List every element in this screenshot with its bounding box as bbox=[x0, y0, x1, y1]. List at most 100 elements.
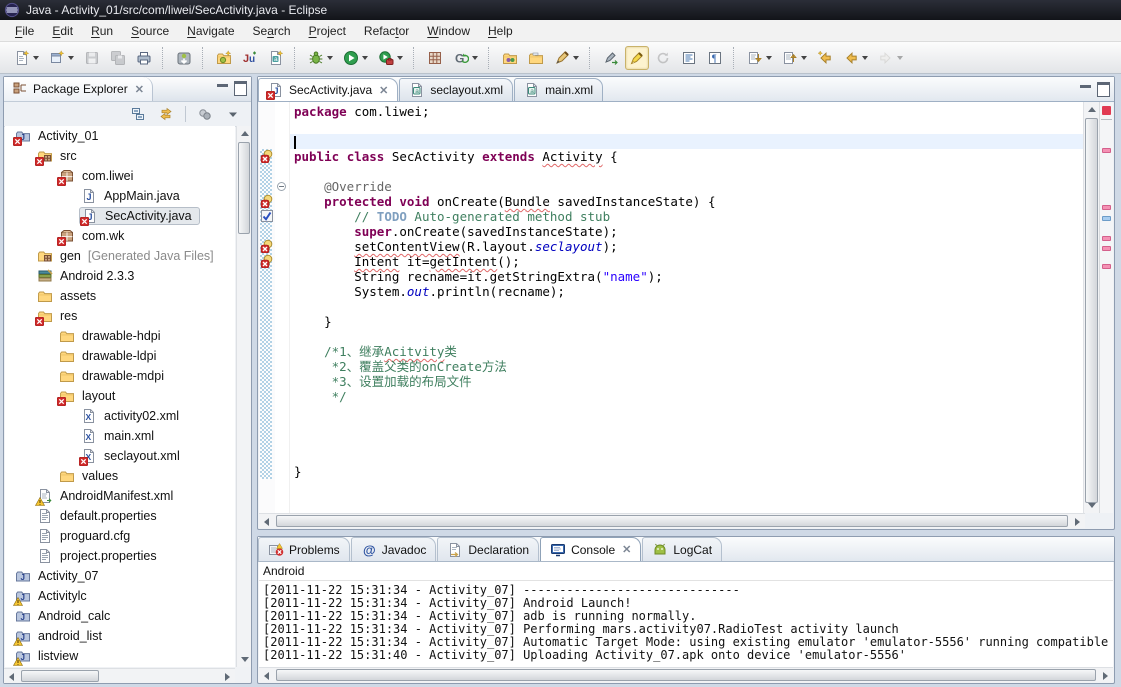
scroll-up-button[interactable] bbox=[1084, 102, 1099, 117]
tree-item[interactable]: Xseclayout.xml bbox=[5, 446, 235, 466]
open-resource-button[interactable] bbox=[524, 46, 548, 70]
scroll-right-button[interactable] bbox=[1070, 514, 1085, 529]
overview-marker[interactable] bbox=[1102, 236, 1111, 241]
editor-tab-secactivity-java[interactable]: JSecActivity.java✕ bbox=[258, 78, 398, 101]
next-annotation-button[interactable] bbox=[743, 46, 776, 70]
tree-item[interactable]: JAppMain.java bbox=[5, 186, 235, 206]
tree-item[interactable]: drawable-mdpi bbox=[5, 366, 235, 386]
minimize-view-button[interactable] bbox=[217, 84, 228, 96]
scroll-left-button[interactable] bbox=[259, 514, 274, 529]
android-sdk-manager-button[interactable] bbox=[172, 46, 196, 70]
close-icon[interactable]: ✕ bbox=[135, 83, 144, 96]
tab-javadoc[interactable]: @Javadoc bbox=[351, 537, 437, 561]
print-button[interactable] bbox=[132, 46, 156, 70]
task-marker-icon[interactable] bbox=[260, 209, 274, 223]
editor-horizontal-scrollbar[interactable] bbox=[259, 513, 1085, 528]
link-with-editor-button[interactable] bbox=[154, 102, 178, 126]
tree-item[interactable]: drawable-ldpi bbox=[5, 346, 235, 366]
chevron-down-icon[interactable] bbox=[897, 56, 903, 60]
tree-item[interactable]: assets bbox=[5, 286, 235, 306]
editor-hscroll-thumb[interactable] bbox=[276, 515, 1068, 527]
scroll-right-button[interactable] bbox=[220, 669, 235, 684]
tab-console[interactable]: Console✕ bbox=[540, 537, 641, 561]
maximize-view-button[interactable] bbox=[234, 81, 247, 96]
chevron-down-icon[interactable] bbox=[573, 56, 579, 60]
toggle-mark-occurrences-button[interactable] bbox=[599, 46, 623, 70]
tree-item[interactable]: JActivitylc bbox=[5, 586, 235, 606]
overview-ruler[interactable] bbox=[1099, 102, 1113, 513]
editor-vscroll-thumb[interactable] bbox=[1085, 118, 1098, 503]
last-edit-location-button[interactable] bbox=[813, 46, 837, 70]
overview-marker[interactable] bbox=[1102, 148, 1111, 153]
annotation-pen-button[interactable] bbox=[550, 46, 583, 70]
menu-item-source[interactable]: Source bbox=[122, 21, 178, 41]
new-android-project-button[interactable] bbox=[212, 46, 236, 70]
debug-button[interactable] bbox=[304, 46, 337, 70]
editor-tab-seclayout-xml[interactable]: aseclayout.xml bbox=[399, 78, 513, 101]
save-all-button[interactable] bbox=[106, 46, 130, 70]
chevron-down-icon[interactable] bbox=[68, 56, 74, 60]
tree-item[interactable]: res bbox=[5, 306, 235, 326]
tree-item[interactable]: values bbox=[5, 466, 235, 486]
tree-item[interactable]: proguard.cfg bbox=[5, 526, 235, 546]
tree-item[interactable]: project.properties bbox=[5, 546, 235, 566]
overview-marker[interactable] bbox=[1102, 216, 1111, 221]
tree-item[interactable]: AndroidManifest.xml bbox=[5, 486, 235, 506]
code-editor[interactable]: package com.liwei;public class SecActivi… bbox=[290, 102, 1083, 513]
new-task-button[interactable]: G bbox=[449, 46, 482, 70]
menu-item-refactor[interactable]: Refactor bbox=[355, 21, 418, 41]
new-junit-test-button[interactable]: Ju bbox=[238, 46, 262, 70]
tree-horizontal-scrollbar[interactable] bbox=[4, 668, 235, 683]
focus-on-active-task-button[interactable] bbox=[193, 102, 217, 126]
show-selected-element-only-button[interactable] bbox=[677, 46, 701, 70]
project-tree[interactable]: JActivity_01srccom.liweiJAppMain.javaJSe… bbox=[5, 126, 235, 667]
new-button[interactable] bbox=[10, 46, 43, 70]
error-marker-icon[interactable] bbox=[260, 194, 274, 208]
tab-declaration[interactable]: Declaration bbox=[437, 537, 539, 561]
tree-item[interactable]: Jprogressbar bbox=[5, 666, 235, 667]
chevron-down-icon[interactable] bbox=[472, 56, 478, 60]
menu-item-search[interactable]: Search bbox=[244, 21, 300, 41]
tree-item[interactable]: JSecActivity.java bbox=[5, 206, 235, 226]
fold-collapse-icon[interactable] bbox=[277, 182, 286, 191]
tree-item[interactable]: default.properties bbox=[5, 506, 235, 526]
run-external-tools-button[interactable] bbox=[374, 46, 407, 70]
console-hscroll-thumb[interactable] bbox=[276, 669, 1096, 681]
overview-marker[interactable] bbox=[1102, 205, 1111, 210]
scroll-right-button[interactable] bbox=[1098, 668, 1113, 682]
tree-item[interactable]: Xactivity02.xml bbox=[5, 406, 235, 426]
menu-item-edit[interactable]: Edit bbox=[43, 21, 82, 41]
editor-tab-main-xml[interactable]: amain.xml bbox=[514, 78, 603, 101]
tree-vertical-scrollbar[interactable] bbox=[236, 126, 251, 667]
close-icon[interactable]: ✕ bbox=[622, 543, 631, 556]
error-marker-icon[interactable] bbox=[260, 149, 274, 163]
close-icon[interactable]: ✕ bbox=[379, 84, 388, 97]
new-android-xml-button[interactable]: a bbox=[264, 46, 288, 70]
coverage-button[interactable] bbox=[423, 46, 447, 70]
annotation-ruler[interactable] bbox=[259, 102, 275, 513]
tab-problems[interactable]: Problems bbox=[258, 537, 350, 561]
tree-item[interactable]: Xmain.xml bbox=[5, 426, 235, 446]
console-output[interactable]: [2011-11-22 15:31:34 - Activity_07] ----… bbox=[259, 581, 1113, 665]
chevron-down-icon[interactable] bbox=[362, 56, 368, 60]
scroll-left-button[interactable] bbox=[259, 668, 274, 682]
menu-item-run[interactable]: Run bbox=[82, 21, 122, 41]
tree-item[interactable]: src bbox=[5, 146, 235, 166]
tree-vscroll-thumb[interactable] bbox=[238, 142, 250, 234]
scroll-down-button[interactable] bbox=[1084, 498, 1099, 513]
package-explorer-tab[interactable]: Package Explorer ✕ bbox=[4, 77, 153, 101]
chevron-down-icon[interactable] bbox=[327, 56, 333, 60]
chevron-down-icon[interactable] bbox=[766, 56, 772, 60]
tree-item[interactable]: JActivity_07 bbox=[5, 566, 235, 586]
tree-item[interactable]: layout bbox=[5, 386, 235, 406]
collapse-all-button[interactable] bbox=[126, 102, 150, 126]
minimize-editor-button[interactable] bbox=[1080, 85, 1091, 97]
new-from-template-button[interactable] bbox=[45, 46, 78, 70]
overview-error-indicator[interactable] bbox=[1102, 106, 1111, 115]
tab-logcat[interactable]: LogCat bbox=[642, 537, 722, 561]
tree-item[interactable]: Jlistview bbox=[5, 646, 235, 666]
error-marker-icon[interactable] bbox=[260, 254, 274, 268]
save-button[interactable] bbox=[80, 46, 104, 70]
overview-marker[interactable] bbox=[1102, 246, 1111, 251]
chevron-down-icon[interactable] bbox=[397, 56, 403, 60]
